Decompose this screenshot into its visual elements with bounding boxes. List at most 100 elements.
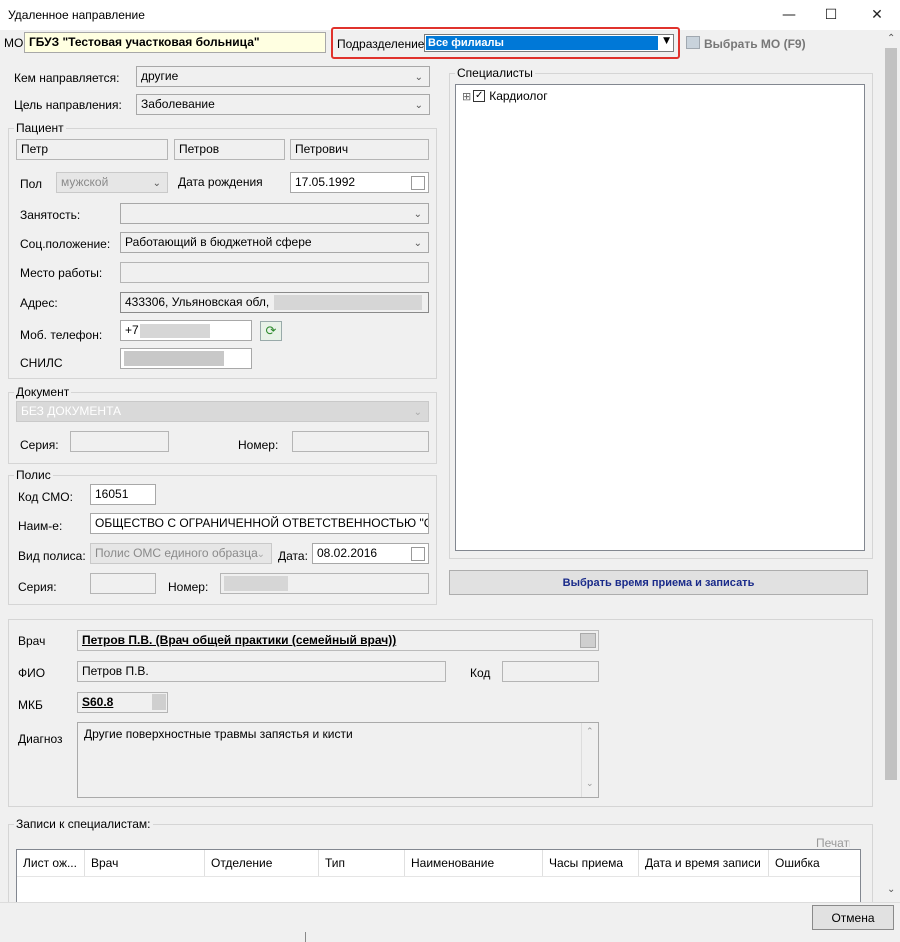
sender-select[interactable]: другие ⌄ [136, 66, 430, 87]
fio-field[interactable]: Петров П.В. [77, 661, 446, 682]
chevron-down-icon: ⌄ [152, 178, 161, 189]
column-header[interactable]: Дата и время записи [639, 850, 769, 876]
expand-icon[interactable]: ⊞ [462, 90, 471, 103]
workplace-label: Место работы: [20, 266, 103, 280]
policy-type-select[interactable]: Полис ОМС единого образца ⌄ [90, 543, 272, 564]
doc-number-field[interactable] [292, 431, 429, 452]
employment-select[interactable]: ⌄ [120, 203, 429, 224]
redacted-block [124, 351, 224, 366]
records-table[interactable]: Лист ож... Врач Отделение Тип Наименован… [16, 849, 861, 904]
specialists-group-title: Специалисты [455, 66, 535, 80]
diagnosis-scrollbar[interactable]: ⌃ ⌄ [581, 723, 598, 797]
close-button[interactable]: ✕ [854, 0, 900, 30]
policy-group-title: Полис [14, 468, 53, 482]
book-time-button[interactable]: Выбрать время приема и записать [449, 570, 868, 595]
last-name-field[interactable]: Петров [174, 139, 285, 160]
tree-item[interactable]: ⊞ ✓ Кардиолог [462, 89, 548, 103]
header-divider [17, 876, 860, 877]
sender-label: Кем направляется: [14, 71, 120, 85]
redacted-block [224, 576, 288, 591]
cancel-button[interactable]: Отмена [812, 905, 894, 930]
mo-label: МО [4, 36, 24, 50]
column-header[interactable]: Часы приема [543, 850, 639, 876]
doctor-field[interactable]: Петров П.В. (Врач общей практики (семейн… [77, 630, 599, 651]
lookup-icon[interactable] [580, 633, 596, 648]
fio-label: ФИО [18, 666, 46, 680]
address-label: Адрес: [20, 296, 58, 310]
choose-mo-button[interactable]: Выбрать МО (F9) [704, 37, 806, 51]
document-group-title: Документ [14, 385, 72, 399]
doc-series-label: Серия: [20, 438, 59, 452]
birth-label: Дата рождения [178, 175, 263, 189]
phone-label: Моб. телефон: [20, 328, 103, 342]
snils-label: СНИЛС [20, 356, 63, 370]
policy-number-label: Номер: [168, 580, 209, 594]
sex-select[interactable]: мужской ⌄ [56, 172, 168, 193]
refresh-icon[interactable]: ⟳ [260, 321, 282, 341]
sex-label: Пол [20, 177, 43, 191]
policy-name-field[interactable]: ОБЩЕСТВО С ОГРАНИЧЕННОЙ ОТВЕТСТВЕННОСТЬЮ… [90, 513, 429, 534]
diagnosis-field[interactable]: Другие поверхностные травмы запястья и к… [77, 722, 599, 798]
mo-field: ГБУЗ "Тестовая участковая больница" [24, 32, 326, 53]
smo-label: Код СМО: [18, 490, 73, 504]
redacted-block [274, 295, 422, 310]
calendar-icon[interactable] [411, 176, 425, 190]
footer-bar [0, 902, 900, 942]
chevron-down-icon: ⌄ [413, 209, 422, 220]
scrollbar-thumb[interactable] [885, 48, 897, 780]
calendar-icon[interactable] [411, 547, 425, 561]
chevron-down-icon: ⌄ [414, 72, 423, 83]
window-title: Удаленное направление [8, 8, 145, 22]
diagnosis-label: Диагноз [18, 732, 63, 746]
records-group-title: Записи к специалистам: [14, 817, 153, 831]
middle-name-field[interactable]: Петрович [290, 139, 429, 160]
social-label: Соц.положение: [20, 237, 111, 251]
policy-date-field[interactable]: 08.02.2016 [312, 543, 429, 564]
chevron-down-icon: ⌄ [586, 779, 594, 789]
column-header[interactable]: Врач [85, 850, 205, 876]
column-header[interactable]: Ошибка [769, 850, 861, 876]
document-type-select[interactable]: БЕЗ ДОКУМЕНТА ⌄ [16, 401, 429, 422]
smo-field[interactable]: 16051 [90, 484, 156, 505]
doc-series-field[interactable] [70, 431, 169, 452]
column-header[interactable]: Отделение [205, 850, 319, 876]
division-label: Подразделение [337, 37, 425, 51]
checkbox-checked-icon[interactable]: ✓ [473, 90, 486, 102]
patient-group-title: Пациент [14, 121, 66, 135]
chevron-down-icon: ⌄ [887, 884, 896, 895]
column-header[interactable]: Лист ож... [17, 850, 85, 876]
workplace-field[interactable] [120, 262, 429, 283]
birth-date-field[interactable]: 17.05.1992 [290, 172, 429, 193]
social-select[interactable]: Работающий в бюджетной сфере ⌄ [120, 232, 429, 253]
division-value: Все филиалы [426, 36, 658, 50]
chevron-down-icon: ⌄ [414, 100, 423, 111]
chevron-down-icon: ⌄ [256, 549, 265, 560]
first-name-field[interactable]: Петр [16, 139, 168, 160]
chevron-up-icon: ⌃ [887, 33, 896, 44]
doctor-label: Врач [18, 634, 46, 648]
policy-series-field[interactable] [90, 573, 156, 594]
column-header[interactable]: Наименование [405, 850, 543, 876]
code-field[interactable] [502, 661, 599, 682]
main-scrollbar[interactable]: ⌃ ⌄ [883, 30, 900, 902]
employment-label: Занятость: [20, 208, 81, 222]
tree-item-label: Кардиолог [489, 89, 548, 103]
policy-name-label: Наим-е: [18, 519, 63, 533]
hospital-icon [686, 36, 700, 49]
lookup-icon[interactable] [152, 694, 166, 710]
chevron-down-icon: ⌄ [413, 407, 422, 418]
policy-series-label: Серия: [18, 580, 57, 594]
column-header[interactable]: Тип [319, 850, 405, 876]
maximize-button[interactable]: ☐ [808, 0, 854, 30]
chevron-down-icon: ▼ [663, 36, 670, 46]
code-label: Код [470, 666, 491, 680]
purpose-select[interactable]: Заболевание ⌄ [136, 94, 430, 115]
chevron-down-icon: ⌄ [413, 238, 422, 249]
minimize-button[interactable]: — [766, 0, 812, 30]
division-select[interactable]: Все филиалы ▼ [424, 34, 674, 52]
policy-date-label: Дата: [278, 549, 308, 563]
footer-divider [305, 932, 306, 942]
policy-type-label: Вид полиса: [18, 549, 86, 563]
print-link[interactable]: Печать [816, 836, 850, 850]
specialists-tree[interactable]: ⊞ ✓ Кардиолог [455, 84, 865, 551]
